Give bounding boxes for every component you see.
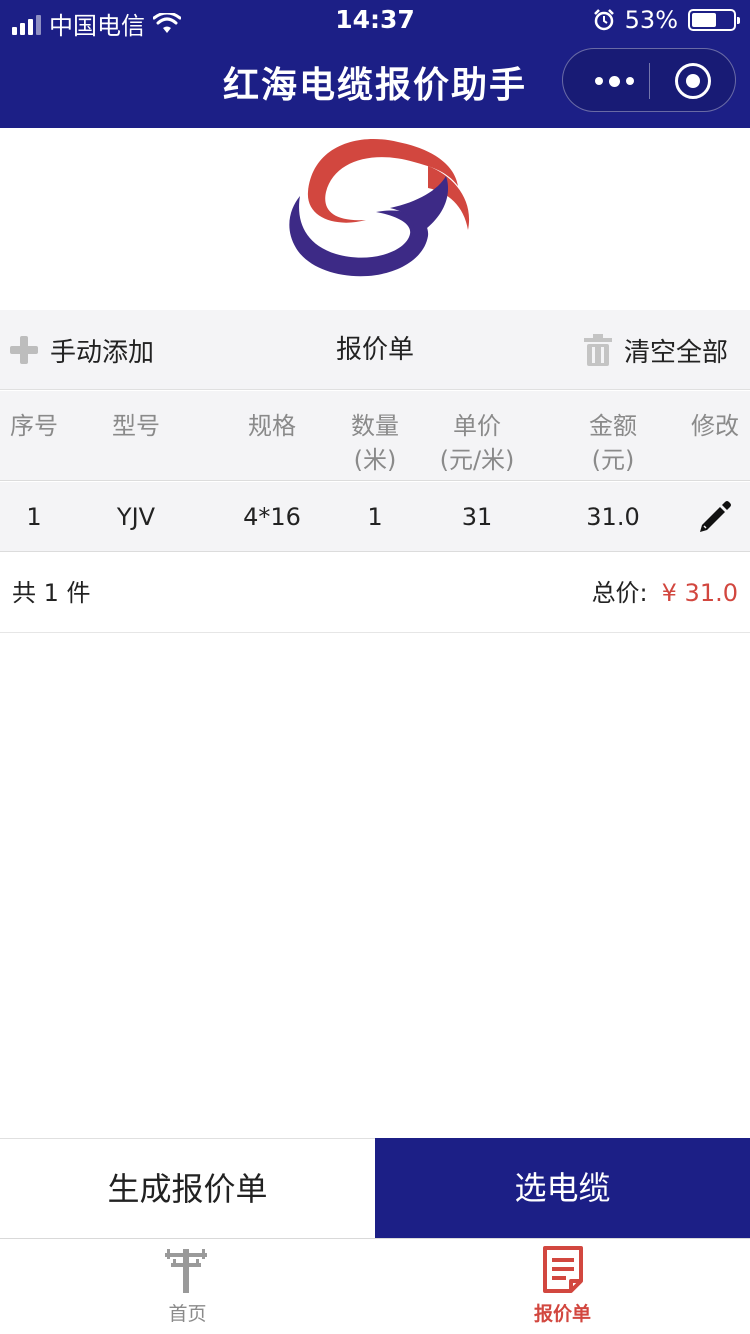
header-model: 型号 (112, 412, 160, 440)
header-qty-unit: (米) (353, 446, 397, 474)
document-icon (543, 1246, 583, 1293)
header-qty-label: 数量 (351, 412, 399, 440)
header-spec: 规格 (248, 412, 296, 440)
tab-quote[interactable]: 报价单 (375, 1239, 750, 1334)
brand-logo (289, 138, 470, 277)
quote-toolbar: 手动添加 报价单 清空全部 (0, 310, 750, 390)
tab-home[interactable]: 首页 (0, 1239, 375, 1334)
table-row: 1 YJV 4*16 1 31 31.0 (0, 482, 750, 552)
header-qty: 数量 (米) (330, 409, 420, 477)
add-manually-label: 手动添加 (50, 337, 155, 368)
total-price: 总价: ¥ 31.0 (592, 553, 738, 633)
trash-icon (583, 334, 612, 366)
clear-all-label: 清空全部 (623, 337, 728, 368)
add-manually-button[interactable]: 手动添加 (10, 310, 154, 390)
header-unit-price: 单价 (元/米) (432, 409, 522, 477)
row-index: 1 (26, 503, 42, 531)
pencil-icon[interactable] (698, 499, 732, 533)
header-edit: 修改 (691, 412, 739, 440)
more-dots-icon[interactable] (589, 69, 639, 93)
row-unit-price: 31 (461, 503, 493, 531)
header-unit-price-label: 单价 (453, 412, 501, 440)
tab-home-label: 首页 (168, 1303, 207, 1325)
header-unit-price-unit: (元/米) (439, 446, 515, 474)
capsule-divider (649, 63, 650, 99)
item-count: 共 1 件 (12, 579, 91, 607)
mini-program-capsule (562, 48, 736, 112)
header-amount-label: 金额 (589, 412, 637, 440)
total-value: ¥ 31.0 (661, 579, 738, 607)
table-header: 序号 型号 规格 数量 (米) 单价 (元/米) 金额 (元) 修改 (0, 391, 750, 481)
battery-percent: 53% (624, 6, 678, 34)
status-bar: 中国电信 14:37 53% (0, 0, 750, 40)
clear-all-button[interactable]: 清空全部 (583, 310, 728, 390)
row-qty: 1 (367, 503, 383, 531)
power-pole-icon (165, 1249, 207, 1293)
row-spec: 4*16 (243, 503, 301, 531)
row-model: YJV (116, 503, 156, 531)
header-amount: 金额 (元) (568, 409, 658, 477)
plus-icon (10, 336, 38, 364)
status-right: 53% (593, 6, 740, 34)
select-cable-button[interactable]: 选电缆 (375, 1138, 750, 1238)
generate-quote-button[interactable]: 生成报价单 (0, 1138, 375, 1238)
tab-quote-label: 报价单 (533, 1303, 591, 1325)
row-amount: 31.0 (586, 503, 640, 531)
tab-bar: 首页 报价单 (0, 1238, 750, 1334)
alarm-icon (593, 9, 614, 31)
screen: 中国电信 14:37 53% 红海电缆报价助手 手动添加 报价单 清空全部 序号… (0, 0, 750, 1334)
battery-icon (688, 9, 740, 31)
summary-bar: 共 1 件 总价: ¥ 31.0 (0, 553, 750, 633)
header-amount-unit: (元) (591, 446, 635, 474)
target-circle-icon[interactable] (675, 63, 711, 99)
top-bar: 中国电信 14:37 53% 红海电缆报价助手 (0, 0, 750, 128)
total-label: 总价: (591, 579, 648, 607)
header-index: 序号 (10, 412, 58, 440)
